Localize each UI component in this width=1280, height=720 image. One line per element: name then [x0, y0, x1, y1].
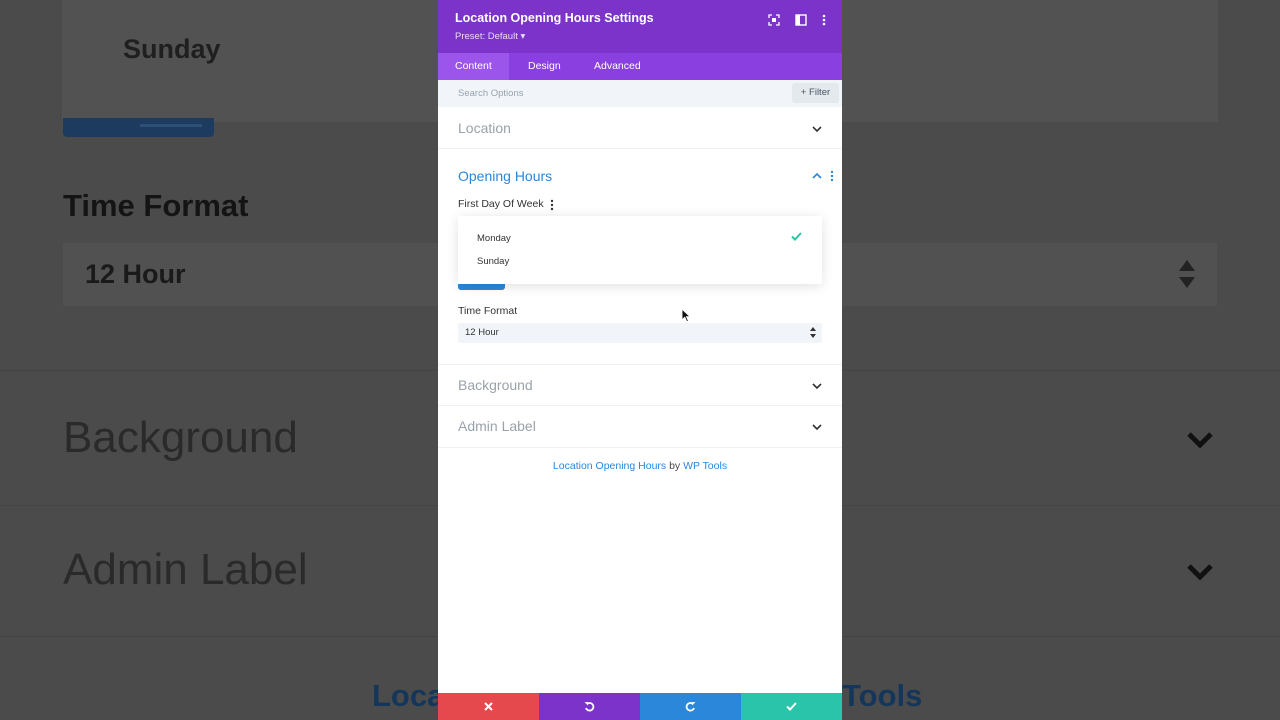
time-format-label: Time Format — [458, 305, 518, 317]
toggle-location[interactable]: Location — [438, 107, 842, 149]
focus-icon[interactable] — [767, 13, 781, 27]
tab-content[interactable]: Content — [438, 53, 509, 80]
chevron-up-icon[interactable] — [812, 172, 822, 180]
select-arrows-icon — [1179, 260, 1195, 288]
time-format-select[interactable]: 12 Hour — [458, 323, 822, 343]
toggle-background-label: Background — [458, 377, 533, 393]
option-monday[interactable]: Monday — [477, 233, 511, 244]
undo-button[interactable] — [539, 693, 640, 720]
chevron-down-icon — [812, 383, 822, 390]
bg-footer-left: Loca — [372, 678, 445, 713]
modal-action-bar — [438, 693, 842, 720]
tab-advanced[interactable]: Advanced — [577, 53, 658, 80]
bg-blue-tab — [63, 118, 214, 137]
chevron-down-icon — [1187, 432, 1213, 449]
bg-footer-right: Tools — [842, 678, 923, 713]
toggle-background[interactable]: Background — [438, 364, 842, 406]
split-view-icon[interactable] — [794, 13, 808, 27]
first-day-select-edge — [458, 284, 505, 290]
time-format-value: 12 Hour — [465, 327, 499, 338]
search-input[interactable]: Search Options — [458, 88, 523, 99]
chevron-down-icon — [1187, 564, 1213, 581]
chevron-down-icon — [812, 126, 822, 133]
tab-design[interactable]: Design — [511, 53, 578, 80]
bg-time-format-value: 12 Hour — [85, 259, 186, 289]
credit-by: by — [666, 460, 684, 472]
bg-selected-day: Sunday — [123, 34, 221, 64]
search-bar[interactable]: Search Options + Filter — [438, 80, 842, 107]
discard-button[interactable] — [438, 693, 539, 720]
more-vertical-icon[interactable] — [550, 199, 554, 211]
redo-button[interactable] — [640, 693, 741, 720]
first-day-dropdown: Monday Sunday — [458, 216, 822, 284]
module-credit: Location Opening Hours by WP Tools — [438, 460, 842, 472]
redo-icon — [685, 702, 696, 712]
first-day-label: First Day Of Week — [458, 198, 544, 210]
option-sunday[interactable]: Sunday — [477, 256, 509, 267]
toggle-admin-label[interactable]: Admin Label — [438, 406, 842, 448]
mouse-cursor-icon — [681, 308, 691, 323]
filter-button[interactable]: + Filter — [792, 83, 839, 103]
module-link[interactable]: Location Opening Hours — [553, 460, 666, 472]
modal-tabs: Content Design Advanced — [438, 53, 842, 80]
plus-icon: + — [800, 87, 810, 98]
check-icon — [791, 232, 802, 241]
filter-label: Filter — [809, 87, 831, 98]
bg-section-admin-label: Admin Label — [63, 545, 308, 594]
toggle-opening-hours-label[interactable]: Opening Hours — [458, 168, 552, 184]
close-icon — [484, 702, 493, 711]
more-vertical-icon[interactable] — [817, 13, 831, 27]
bg-section-background: Background — [63, 413, 298, 462]
undo-icon — [584, 702, 595, 712]
settings-modal: Location Opening Hours Settings Preset: … — [438, 0, 842, 720]
modal-title: Location Opening Hours Settings — [455, 11, 654, 25]
select-arrows-icon — [810, 327, 816, 338]
bg-time-format-heading: Time Format — [63, 188, 249, 223]
check-icon — [786, 702, 797, 711]
author-link[interactable]: WP Tools — [683, 460, 727, 472]
preset-selector[interactable]: Preset: Default ▾ — [455, 31, 525, 42]
toggle-admin-label-label: Admin Label — [458, 418, 536, 434]
more-vertical-icon[interactable] — [830, 170, 834, 182]
chevron-down-icon — [812, 424, 822, 431]
toggle-location-label: Location — [458, 120, 511, 136]
modal-header: Location Opening Hours Settings Preset: … — [438, 0, 842, 53]
save-button[interactable] — [741, 693, 842, 720]
